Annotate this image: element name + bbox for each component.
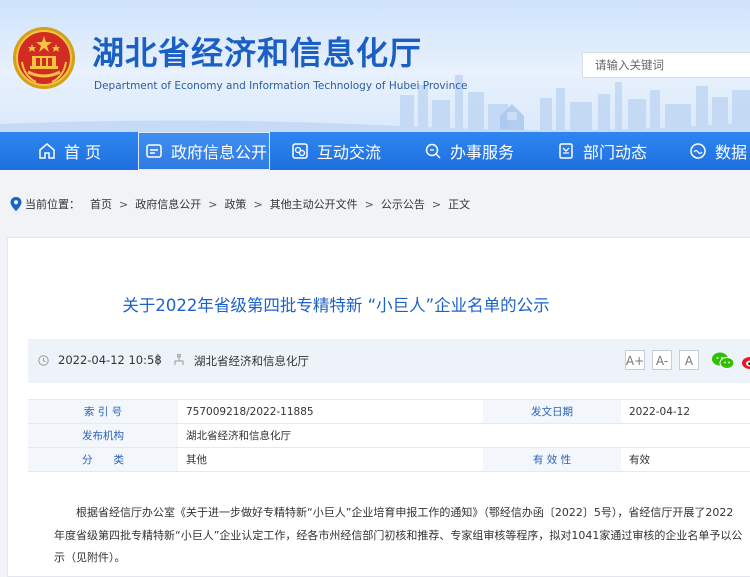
data-icon <box>690 143 706 159</box>
national-emblem-logo <box>13 27 75 89</box>
index-number-label: 索 引 号 <box>28 399 178 424</box>
issuer-value: 湖北省经济和信息化厅 <box>178 423 750 448</box>
article-title: 关于2022年省级第四批专精特新 “小巨人”企业名单的公示 <box>122 296 550 315</box>
validity-label: 有 效 性 <box>483 447 621 472</box>
search-input[interactable] <box>583 53 745 77</box>
department-news-icon <box>559 143 573 159</box>
publish-date-value: 2022-04-12 <box>621 399 750 424</box>
site-header: 湖北省经济和信息化厅 Department of Economy and Inf… <box>0 0 750 132</box>
meta-divider: | <box>156 352 160 366</box>
location-pin-icon <box>10 197 22 211</box>
nav-item-data[interactable]: 数据 <box>689 132 747 170</box>
info-row: 索 引 号 757009218/2022-11885 发文日期 2022-04-… <box>28 399 750 424</box>
nav-item-home[interactable]: 首 页 <box>38 132 101 170</box>
gov-info-icon <box>146 144 162 158</box>
publish-date-label: 发文日期 <box>483 399 621 424</box>
info-row: 分 类 其他 有 效 性 有效 <box>28 447 750 472</box>
article-meta-bar: 2022-04-12 10:58 | 湖北省经济和信息化厅 A+ A- A <box>28 339 750 383</box>
breadcrumb-prefix: 当前位置： <box>25 198 80 211</box>
index-number-value: 757009218/2022-11885 <box>178 399 483 424</box>
font-decrease-button[interactable]: A- <box>652 350 672 370</box>
nav-item-interaction[interactable]: 互动交流 <box>291 132 381 170</box>
info-row: 发布机构 湖北省经济和信息化厅 <box>28 423 750 448</box>
breadcrumb-separator: > <box>253 197 263 211</box>
font-increase-button[interactable]: A+ <box>625 350 645 370</box>
font-increase-label: A+ <box>625 354 645 368</box>
nav-label-department-news: 部门动态 <box>583 143 648 162</box>
organization-icon <box>174 354 184 365</box>
article-body-paragraph: 根据省经信厅办公室《关于进一步做好专精特新“小巨人”企业培育申报工作的通知》（鄂… <box>54 506 743 564</box>
search-box[interactable] <box>582 52 750 78</box>
font-decrease-label: A- <box>655 354 669 368</box>
breadcrumb-item-home[interactable]: 首页 <box>90 196 112 212</box>
issuer-label: 发布机构 <box>28 423 178 448</box>
breadcrumb-separator: > <box>208 197 218 211</box>
wechat-share-icon[interactable] <box>711 351 735 371</box>
source-organization: 湖北省经济和信息化厅 <box>194 354 309 368</box>
nav-label-data: 数据 <box>715 143 748 162</box>
nav-item-gov-info[interactable]: 政府信息公开 <box>138 132 270 170</box>
nav-label-gov-info: 政府信息公开 <box>171 143 268 162</box>
breadcrumb-item-other-files[interactable]: 其他主动公开文件 <box>270 196 358 212</box>
breadcrumb: 当前位置： 首页 > 政府信息公开 > 政策 > 其他主动公开文件 > 公示公告… <box>0 187 750 221</box>
breadcrumb-item-policy[interactable]: 政策 <box>224 196 246 212</box>
nav-item-services[interactable]: 办事服务 <box>424 132 514 170</box>
main-nav: 首 页 政府信息公开 互动交流 办事服务 部门动态 数据 <box>0 132 750 170</box>
nav-label-services: 办事服务 <box>450 143 515 162</box>
font-default-button[interactable]: A <box>679 350 699 370</box>
breadcrumb-separator: > <box>431 197 442 211</box>
breadcrumb-item-announcements[interactable]: 公示公告 <box>381 196 425 212</box>
weibo-share-icon[interactable] <box>741 351 750 371</box>
breadcrumb-item-current: 正文 <box>448 198 471 211</box>
category-label: 分 类 <box>28 447 178 472</box>
category-value: 其他 <box>178 447 483 472</box>
document-info-table: 索 引 号 757009218/2022-11885 发文日期 2022-04-… <box>28 399 750 472</box>
breadcrumb-separator: > <box>364 197 374 211</box>
validity-value: 有效 <box>621 447 750 472</box>
site-subtitle-english: Department of Economy and Information Te… <box>94 80 468 92</box>
breadcrumb-separator: > <box>119 197 129 211</box>
breadcrumb-item-gov-info[interactable]: 政府信息公开 <box>135 196 201 212</box>
chat-icon <box>292 143 308 159</box>
service-search-icon <box>425 143 441 159</box>
nav-item-department-news[interactable]: 部门动态 <box>557 132 647 170</box>
nav-label-interaction: 互动交流 <box>317 143 382 162</box>
font-default-label: A <box>684 354 694 368</box>
publish-datetime: 2022-04-12 10:58 <box>58 353 162 367</box>
home-icon <box>39 143 55 159</box>
nav-label-home: 首 页 <box>64 143 102 162</box>
site-title[interactable]: 湖北省经济和信息化厅 <box>92 28 422 74</box>
clock-icon <box>38 355 49 366</box>
article-card: 关于2022年省级第四批专精特新 “小巨人”企业名单的公示 2022-04-12… <box>7 237 750 577</box>
